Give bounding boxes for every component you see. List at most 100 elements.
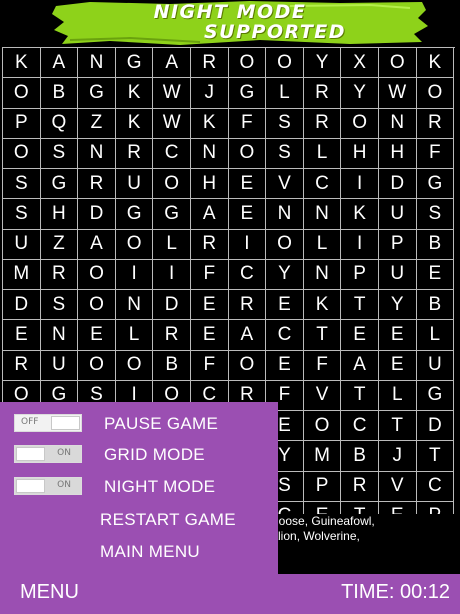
grid-cell[interactable]: O [3, 78, 41, 109]
grid-cell[interactable]: S [3, 199, 41, 230]
grid-cell[interactable]: U [3, 229, 41, 260]
grid-cell[interactable]: M [3, 259, 41, 290]
grid-mode-label[interactable]: GRID MODE [104, 441, 205, 469]
grid-cell[interactable]: B [40, 78, 79, 109]
grid-cell[interactable]: O [228, 48, 267, 79]
grid-cell[interactable]: Y [341, 78, 379, 109]
menu-item-grid-mode[interactable]: ON GRID MODE [0, 441, 278, 469]
grid-cell[interactable]: E [190, 290, 229, 321]
grid-cell[interactable]: S [266, 138, 304, 169]
grid-cell[interactable]: E [341, 320, 379, 351]
grid-cell[interactable]: H [40, 199, 79, 230]
grid-cell[interactable]: B [153, 350, 191, 381]
grid-cell[interactable]: L [115, 320, 154, 351]
grid-cell[interactable]: L [266, 78, 304, 109]
grid-cell[interactable]: P [341, 259, 379, 290]
grid-cell[interactable]: N [266, 199, 304, 230]
grid-cell[interactable]: W [153, 108, 191, 139]
grid-cell[interactable]: F [190, 350, 229, 381]
grid-cell[interactable]: L [303, 229, 342, 260]
grid-cell[interactable]: U [378, 259, 417, 290]
grid-cell[interactable]: O [115, 229, 154, 260]
grid-cell[interactable]: F [190, 259, 229, 290]
grid-cell[interactable]: T [341, 290, 379, 321]
grid-cell[interactable]: O [303, 411, 342, 442]
grid-cell[interactable]: D [3, 290, 41, 321]
grid-cell[interactable]: C [228, 259, 267, 290]
grid-cell[interactable]: O [153, 169, 191, 200]
grid-cell[interactable]: A [341, 350, 379, 381]
grid-cell[interactable]: T [416, 441, 455, 472]
grid-cell[interactable]: S [3, 169, 41, 200]
grid-cell[interactable]: G [153, 199, 191, 230]
grid-cell[interactable]: C [341, 411, 379, 442]
grid-cell[interactable]: R [153, 320, 191, 351]
grid-cell[interactable]: K [416, 48, 455, 79]
grid-cell[interactable]: S [266, 108, 304, 139]
grid-cell[interactable]: W [153, 78, 191, 109]
night-mode-label[interactable]: NIGHT MODE [104, 473, 215, 501]
grid-cell[interactable]: Z [40, 229, 79, 260]
grid-cell[interactable]: O [78, 350, 116, 381]
grid-cell[interactable]: G [416, 380, 455, 411]
grid-cell[interactable]: L [378, 380, 417, 411]
grid-cell[interactable]: E [378, 350, 417, 381]
grid-cell[interactable]: R [190, 229, 229, 260]
grid-cell[interactable]: K [115, 78, 154, 109]
grid-cell[interactable]: S [416, 199, 455, 230]
grid-cell[interactable]: L [416, 320, 455, 351]
grid-cell[interactable]: O [228, 138, 267, 169]
grid-cell[interactable]: R [303, 108, 342, 139]
grid-cell[interactable]: O [78, 290, 116, 321]
grid-cell[interactable]: L [303, 138, 342, 169]
grid-cell[interactable]: P [3, 108, 41, 139]
grid-cell[interactable]: D [78, 199, 116, 230]
grid-cell[interactable]: I [115, 259, 154, 290]
grid-cell[interactable]: O [416, 78, 455, 109]
grid-cell[interactable]: O [266, 48, 304, 79]
menu-button[interactable]: MENU [20, 581, 79, 604]
grid-cell[interactable]: I [341, 229, 379, 260]
grid-cell[interactable]: I [228, 229, 267, 260]
grid-cell[interactable]: G [115, 48, 154, 79]
grid-cell[interactable]: G [78, 78, 116, 109]
grid-cell[interactable]: S [40, 138, 79, 169]
grid-cell[interactable]: P [303, 471, 342, 502]
grid-cell[interactable]: G [228, 78, 267, 109]
grid-cell[interactable]: N [78, 138, 116, 169]
grid-cell[interactable]: F [303, 350, 342, 381]
grid-cell[interactable]: S [40, 290, 79, 321]
grid-cell[interactable]: V [378, 471, 417, 502]
grid-cell[interactable]: P [378, 229, 417, 260]
grid-cell[interactable]: C [416, 471, 455, 502]
grid-cell[interactable]: Z [78, 108, 116, 139]
grid-cell[interactable]: E [228, 169, 267, 200]
grid-cell[interactable]: E [78, 320, 116, 351]
grid-cell[interactable]: E [378, 320, 417, 351]
grid-cell[interactable]: D [378, 169, 417, 200]
grid-cell[interactable]: R [40, 259, 79, 290]
grid-cell[interactable]: W [378, 78, 417, 109]
pause-game-label[interactable]: PAUSE GAME [104, 410, 218, 438]
menu-item-main-menu[interactable]: MAIN MENU [0, 538, 278, 566]
grid-cell[interactable]: K [115, 108, 154, 139]
grid-cell[interactable]: U [115, 169, 154, 200]
grid-cell[interactable]: D [153, 290, 191, 321]
grid-mode-toggle[interactable]: ON [14, 445, 82, 463]
grid-cell[interactable]: N [115, 290, 154, 321]
grid-cell[interactable]: H [341, 138, 379, 169]
grid-cell[interactable]: O [378, 48, 417, 79]
grid-cell[interactable]: U [378, 199, 417, 230]
grid-cell[interactable]: A [40, 48, 79, 79]
grid-cell[interactable]: V [303, 380, 342, 411]
grid-cell[interactable]: U [40, 350, 79, 381]
grid-cell[interactable]: X [341, 48, 379, 79]
main-menu-button[interactable]: MAIN MENU [100, 538, 200, 566]
grid-cell[interactable]: O [78, 259, 116, 290]
grid-cell[interactable]: A [153, 48, 191, 79]
grid-cell[interactable]: K [190, 108, 229, 139]
grid-cell[interactable]: C [266, 320, 304, 351]
grid-cell[interactable]: E [228, 199, 267, 230]
grid-cell[interactable]: O [3, 138, 41, 169]
grid-cell[interactable]: V [266, 169, 304, 200]
